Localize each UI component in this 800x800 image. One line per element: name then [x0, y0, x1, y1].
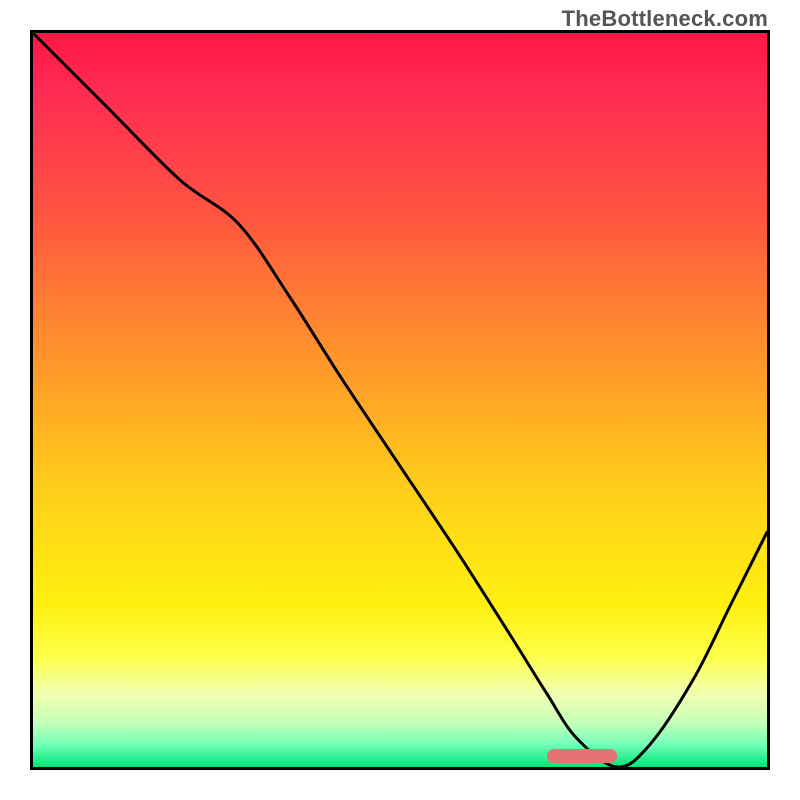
gradient-background [33, 33, 767, 767]
optimal-marker [547, 749, 617, 763]
plot-area [30, 30, 770, 770]
chart-container: TheBottleneck.com [0, 0, 800, 800]
watermark-text: TheBottleneck.com [562, 6, 768, 32]
